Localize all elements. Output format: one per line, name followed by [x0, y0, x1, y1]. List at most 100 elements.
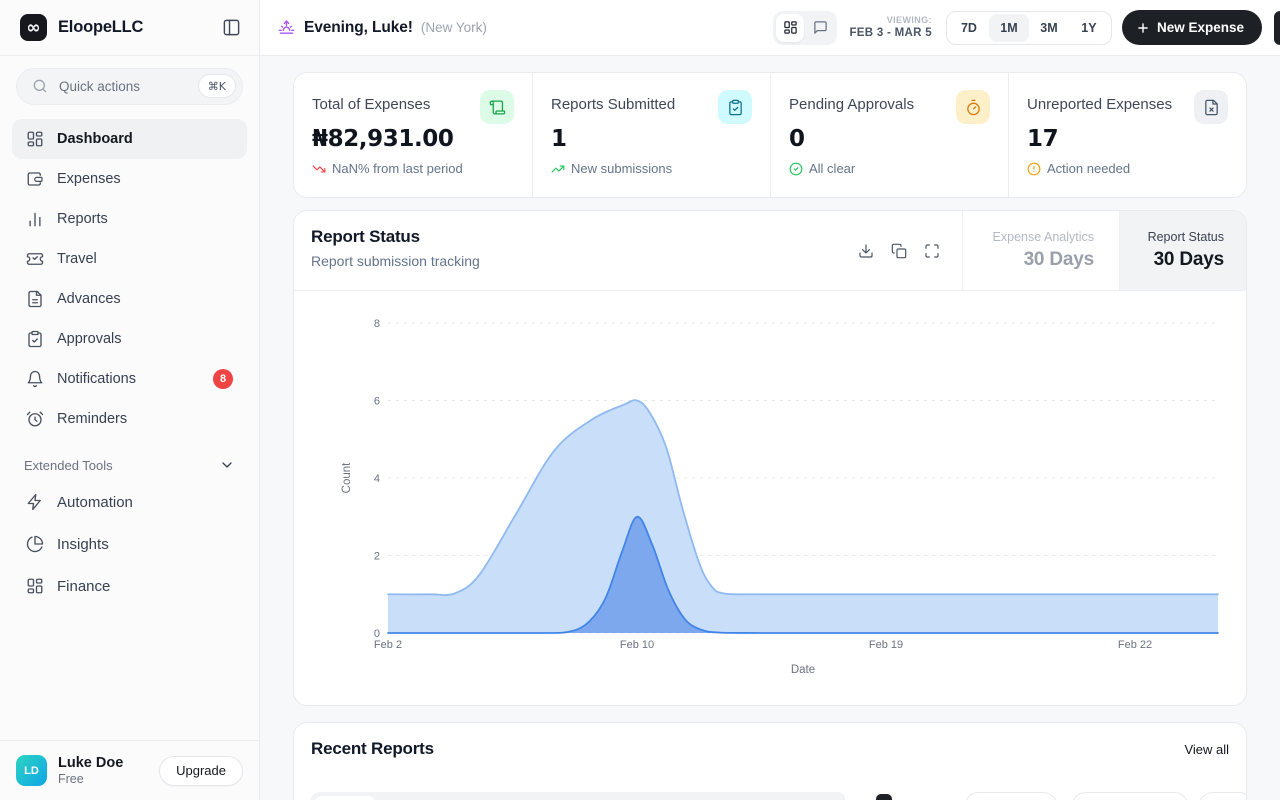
new-expense-button[interactable]: New Expense: [1122, 10, 1262, 45]
recent-reports-card: Recent Reports View all: [293, 722, 1247, 800]
stat-total-expenses: Total of Expenses ₦82,931.00 NaN% from l…: [294, 73, 532, 197]
sidebar-item-insights[interactable]: Insights: [12, 523, 247, 565]
sidebar-item-dashboard[interactable]: Dashboard: [12, 119, 247, 159]
clipped-edge-button[interactable]: [1274, 11, 1280, 45]
greeting-location: (New York): [421, 20, 487, 35]
greeting-text: Evening, Luke!: [304, 19, 413, 37]
extended-tools-section-toggle[interactable]: Extended Tools: [24, 457, 235, 473]
stat-value: 0: [789, 126, 990, 152]
sidebar-item-label: Approvals: [57, 331, 233, 347]
clipboard-check-icon: [26, 330, 44, 348]
sidebar-item-label: Dashboard: [57, 131, 233, 147]
chevron-down-icon: [219, 457, 235, 473]
trending-down-icon: [312, 162, 326, 176]
sidebar-item-label: Notifications: [57, 371, 200, 387]
report-status-card: Report Status Report submission tracking…: [293, 210, 1247, 706]
sunrise-icon: [278, 19, 295, 36]
panel-left-icon: [222, 18, 241, 37]
alarm-clock-icon: [26, 410, 44, 428]
copy-icon: [891, 243, 907, 259]
sidebar-collapse-button[interactable]: [222, 18, 241, 37]
report-filter-tabs[interactable]: [310, 792, 833, 800]
sidebar: ∞ EloopeLLC ⌘K Dashboard Expenses Report…: [0, 0, 260, 800]
avatar: LD: [16, 755, 47, 786]
sidebar-item-automation[interactable]: Automation: [12, 481, 247, 523]
alert-circle-icon: [1027, 162, 1041, 176]
sidebar-item-approvals[interactable]: Approvals: [12, 319, 247, 359]
plus-icon: [1136, 21, 1150, 35]
app-logo: ∞: [20, 14, 47, 41]
scroll-icon: [480, 90, 514, 124]
report-status-chart: 02468Feb 2Feb 10Feb 19Feb 22DateCount: [294, 291, 1246, 705]
maximize-icon: [924, 243, 940, 259]
tab-expense-analytics[interactable]: Expense Analytics 30 Days: [962, 211, 1119, 290]
pie-chart-icon: [26, 535, 44, 553]
recent-reports-title: Recent Reports: [311, 739, 434, 759]
svg-text:Feb 2: Feb 2: [374, 639, 402, 651]
time-range-tabs: 7D 1M 3M 1Y: [946, 11, 1112, 45]
layout-grid-icon: [26, 577, 44, 595]
extended-tools-list: Automation Insights Finance: [0, 477, 259, 607]
file-text-icon: [26, 290, 44, 308]
stat-delta-text: New submissions: [571, 161, 672, 176]
range-1y-button[interactable]: 1Y: [1069, 14, 1109, 42]
download-chart-button[interactable]: [858, 243, 874, 259]
comments-view-button[interactable]: [806, 14, 834, 42]
stat-unreported-expenses: Unreported Expenses 17 Action needed: [1008, 73, 1246, 197]
stat-value: 1: [551, 126, 752, 152]
sidebar-item-expenses[interactable]: Expenses: [12, 159, 247, 199]
sidebar-user-footer: LD Luke Doe Free Upgrade: [0, 740, 259, 800]
fullscreen-chart-button[interactable]: [924, 243, 940, 259]
range-3m-button[interactable]: 3M: [1029, 14, 1069, 42]
stat-delta-text: Action needed: [1047, 161, 1130, 176]
stat-title: Unreported Expenses: [1027, 90, 1172, 113]
sidebar-item-reports[interactable]: Reports: [12, 199, 247, 239]
sidebar-item-notifications[interactable]: Notifications 8: [12, 359, 247, 399]
notifications-count-badge: 8: [213, 369, 233, 389]
section-label: Extended Tools: [24, 458, 113, 473]
stat-title: Pending Approvals: [789, 90, 914, 113]
active-filter-tab[interactable]: [314, 796, 376, 800]
user-plan: Free: [58, 772, 159, 786]
sidebar-item-travel[interactable]: Travel: [12, 239, 247, 279]
stat-reports-submitted: Reports Submitted 1 New submissions: [532, 73, 770, 197]
chart-tab-value: 30 Days: [1024, 249, 1094, 271]
svg-text:Feb 19: Feb 19: [869, 639, 903, 651]
logo-row: ∞ EloopeLLC: [0, 0, 259, 56]
upgrade-button[interactable]: Upgrade: [159, 756, 243, 786]
chart-tab-label: Report Status: [1148, 230, 1224, 244]
view-all-link[interactable]: View all: [1184, 742, 1229, 757]
grid-view-button[interactable]: [776, 14, 804, 42]
file-x-icon: [1194, 90, 1228, 124]
sidebar-item-finance[interactable]: Finance: [12, 565, 247, 607]
sort-icon-button[interactable]: [876, 794, 892, 800]
filter-dropdown[interactable]: [964, 792, 1058, 800]
sidebar-item-reminders[interactable]: Reminders: [12, 399, 247, 439]
bar-chart-icon: [26, 210, 44, 228]
wallet-icon: [26, 170, 44, 188]
filter-icon-button[interactable]: [821, 792, 845, 800]
range-7d-button[interactable]: 7D: [949, 14, 989, 42]
ticket-icon: [26, 250, 44, 268]
stat-value: ₦82,931.00: [312, 126, 514, 152]
sidebar-item-label: Travel: [57, 251, 233, 267]
copy-chart-button[interactable]: [891, 243, 907, 259]
sidebar-item-label: Insights: [57, 536, 233, 553]
svg-text:Feb 10: Feb 10: [620, 639, 654, 651]
sidebar-item-advances[interactable]: Advances: [12, 279, 247, 319]
tab-report-status[interactable]: Report Status 30 Days: [1119, 211, 1246, 290]
stat-delta-text: NaN% from last period: [332, 161, 463, 176]
range-1m-button[interactable]: 1M: [989, 14, 1029, 42]
svg-text:Count: Count: [341, 462, 353, 493]
stats-row: Total of Expenses ₦82,931.00 NaN% from l…: [293, 72, 1247, 198]
sidebar-item-label: Finance: [57, 578, 233, 595]
user-name: Luke Doe: [58, 755, 159, 771]
sidebar-item-label: Advances: [57, 291, 233, 307]
clipboard-check-icon: [718, 90, 752, 124]
sidebar-nav: Dashboard Expenses Reports Travel Advanc…: [0, 113, 259, 439]
chart-subtitle: Report submission tracking: [311, 253, 480, 269]
filter-dropdown[interactable]: [1071, 792, 1189, 800]
sidebar-item-label: Reports: [57, 211, 233, 227]
filter-dropdown[interactable]: [1198, 792, 1247, 800]
svg-text:8: 8: [374, 318, 380, 330]
